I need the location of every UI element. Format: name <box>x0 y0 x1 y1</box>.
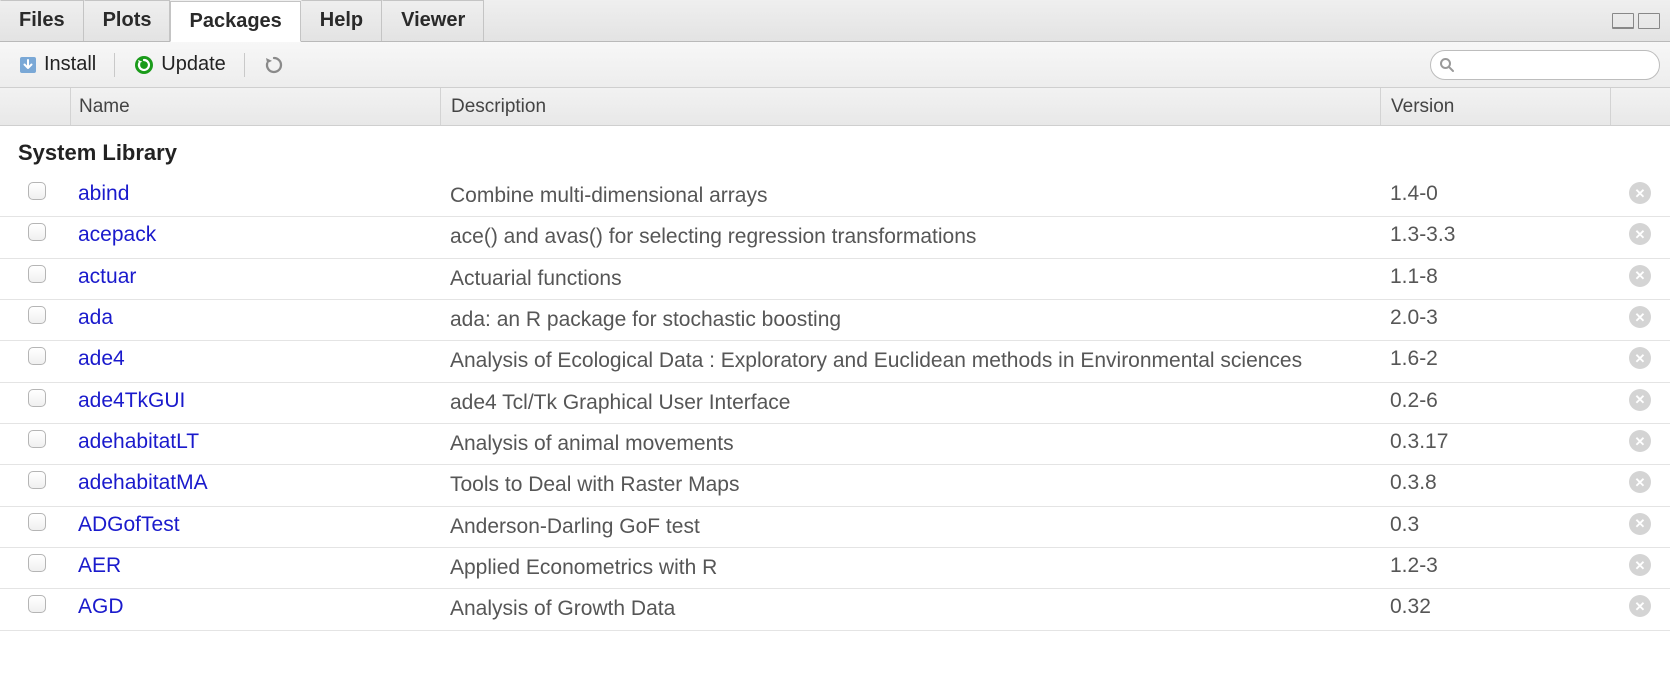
library-section-heading: System Library <box>0 126 1670 176</box>
package-description: Actuarial functions <box>440 265 1380 293</box>
toolbar-separator <box>114 53 115 77</box>
refresh-button[interactable] <box>255 51 293 79</box>
remove-package-icon[interactable] <box>1629 513 1651 535</box>
tab-packages[interactable]: Packages <box>170 1 300 42</box>
package-name-link[interactable]: abind <box>78 182 129 206</box>
package-description: Applied Econometrics with R <box>440 554 1380 582</box>
package-description: Anderson-Darling GoF test <box>440 513 1380 541</box>
refresh-icon <box>263 54 285 76</box>
table-row: ade4 Analysis of Ecological Data : Explor… <box>0 341 1670 382</box>
update-label: Update <box>161 53 226 76</box>
remove-package-icon[interactable] <box>1629 430 1651 452</box>
package-version: 0.3.17 <box>1380 430 1610 454</box>
package-version: 0.2-6 <box>1380 389 1610 413</box>
package-search <box>1430 50 1660 80</box>
package-description: ade4 Tcl/Tk Graphical User Interface <box>440 389 1380 417</box>
packages-toolbar: Install Update <box>0 42 1670 88</box>
package-description: Tools to Deal with Raster Maps <box>440 471 1380 499</box>
package-load-checkbox[interactable] <box>28 182 46 200</box>
package-name-link[interactable]: acepack <box>78 223 156 247</box>
table-row: abind Combine multi-dimensional arrays1.4… <box>0 176 1670 217</box>
table-row: adehabitatLT Analysis of animal movements… <box>0 424 1670 465</box>
toolbar-separator <box>244 53 245 77</box>
remove-package-icon[interactable] <box>1629 595 1651 617</box>
maximize-pane-icon[interactable] <box>1638 13 1660 29</box>
package-name-link[interactable]: adehabitatLT <box>78 430 199 454</box>
package-name-link[interactable]: ade4TkGUI <box>78 389 185 413</box>
install-button[interactable]: Install <box>10 50 104 79</box>
table-row: actuar Actuarial functions1.1-8 <box>0 259 1670 300</box>
package-load-checkbox[interactable] <box>28 471 46 489</box>
update-button[interactable]: Update <box>125 50 234 79</box>
package-load-checkbox[interactable] <box>28 347 46 365</box>
package-description: Combine multi-dimensional arrays <box>440 182 1380 210</box>
remove-package-icon[interactable] <box>1629 223 1651 245</box>
package-version: 0.3.8 <box>1380 471 1610 495</box>
tab-viewer[interactable]: Viewer <box>382 0 484 41</box>
table-row: ADGofTest Anderson-Darling GoF test0.3 <box>0 507 1670 548</box>
package-version: 2.0-3 <box>1380 306 1610 330</box>
column-header-remove <box>1610 88 1670 125</box>
package-name-link[interactable]: AER <box>78 554 121 578</box>
package-load-checkbox[interactable] <box>28 389 46 407</box>
tab-help[interactable]: Help <box>301 0 382 41</box>
table-row: ada ada: an R package for stochastic boos… <box>0 300 1670 341</box>
column-header-description[interactable]: Description <box>440 88 1380 125</box>
package-version: 1.2-3 <box>1380 554 1610 578</box>
table-row: AGD Analysis of Growth Data0.32 <box>0 589 1670 630</box>
package-load-checkbox[interactable] <box>28 554 46 572</box>
update-icon <box>133 54 155 76</box>
table-row: ade4TkGUI ade4 Tcl/Tk Graphical User Inte… <box>0 383 1670 424</box>
package-description: Analysis of Growth Data <box>440 595 1380 623</box>
package-name-link[interactable]: ade4 <box>78 347 125 371</box>
package-version: 1.3-3.3 <box>1380 223 1610 247</box>
install-label: Install <box>44 53 96 76</box>
packages-table-body: abind Combine multi-dimensional arrays1.4… <box>0 176 1670 631</box>
package-load-checkbox[interactable] <box>28 306 46 324</box>
package-load-checkbox[interactable] <box>28 265 46 283</box>
remove-package-icon[interactable] <box>1629 306 1651 328</box>
install-icon <box>18 55 38 75</box>
package-name-link[interactable]: AGD <box>78 595 124 619</box>
column-header-version[interactable]: Version <box>1380 88 1610 125</box>
package-version: 1.6-2 <box>1380 347 1610 371</box>
table-row: adehabitatMA Tools to Deal with Raster Ma… <box>0 465 1670 506</box>
remove-package-icon[interactable] <box>1629 182 1651 204</box>
package-description: Analysis of animal movements <box>440 430 1380 458</box>
package-load-checkbox[interactable] <box>28 595 46 613</box>
package-name-link[interactable]: actuar <box>78 265 136 289</box>
table-row: acepack ace() and avas() for selecting re… <box>0 217 1670 258</box>
package-search-input[interactable] <box>1430 50 1660 80</box>
package-version: 0.3 <box>1380 513 1610 537</box>
table-row: AER Applied Econometrics with R1.2-3 <box>0 548 1670 589</box>
package-version: 1.4-0 <box>1380 182 1610 206</box>
package-description: ada: an R package for stochastic boostin… <box>440 306 1380 334</box>
column-header-name[interactable]: Name <box>70 88 440 125</box>
package-name-link[interactable]: adehabitatMA <box>78 471 208 495</box>
minimize-pane-icon[interactable] <box>1612 13 1634 29</box>
package-name-link[interactable]: ADGofTest <box>78 513 180 537</box>
package-description: Analysis of Ecological Data : Explorator… <box>440 347 1380 375</box>
tab-plots[interactable]: Plots <box>84 0 171 41</box>
remove-package-icon[interactable] <box>1629 265 1651 287</box>
pane-tabbar: Files Plots Packages Help Viewer <box>0 0 1670 42</box>
tab-files[interactable]: Files <box>0 0 84 41</box>
package-version: 1.1-8 <box>1380 265 1610 289</box>
package-load-checkbox[interactable] <box>28 430 46 448</box>
package-load-checkbox[interactable] <box>28 223 46 241</box>
package-name-link[interactable]: ada <box>78 306 113 330</box>
package-description: ace() and avas() for selecting regressio… <box>440 223 1380 251</box>
pane-window-controls <box>1612 0 1670 41</box>
remove-package-icon[interactable] <box>1629 347 1651 369</box>
remove-package-icon[interactable] <box>1629 389 1651 411</box>
package-version: 0.32 <box>1380 595 1610 619</box>
package-load-checkbox[interactable] <box>28 513 46 531</box>
remove-package-icon[interactable] <box>1629 554 1651 576</box>
packages-table-header: Name Description Version <box>0 88 1670 126</box>
remove-package-icon[interactable] <box>1629 471 1651 493</box>
